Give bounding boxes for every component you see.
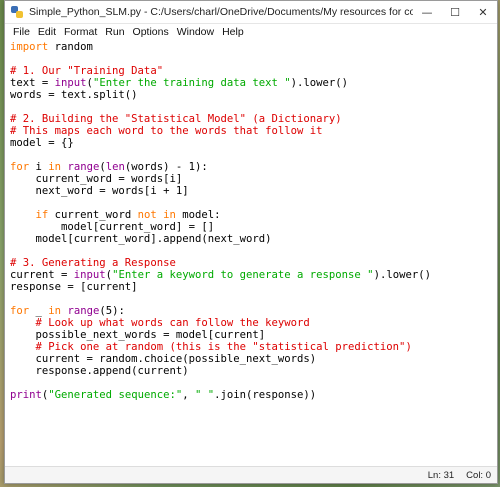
code-editor[interactable]: import random # 1. Our "Training Data" tex… [5,40,497,466]
python-icon [11,6,23,18]
code-line: import random [10,41,497,53]
code-token: , [182,389,195,401]
code-token: input [73,269,106,281]
code-token: range [67,305,100,317]
code-token: input [54,77,87,89]
code-token: range [67,161,100,173]
code-token: for [10,161,30,173]
menu-options[interactable]: Options [129,26,173,38]
code-token: possible_next_words = model[current] [10,329,266,341]
code-token: "Enter a keyword to generate a response … [112,269,374,281]
code-token: not in [137,209,176,221]
code-token: current_word = words[i] [10,173,183,185]
window-title: Simple_Python_SLM.py - C:/Users/charl/On… [29,6,413,18]
code-token: (words) - 1): [124,161,208,173]
code-token: model = {} [10,137,74,149]
code-line: current = input("Enter a keyword to gene… [10,269,497,281]
code-line: # 3. Generating a Response [10,257,497,269]
title-bar[interactable]: Simple_Python_SLM.py - C:/Users/charl/On… [5,1,497,24]
code-token: "Generated sequence:" [48,389,183,401]
code-token: ).lower() [373,269,431,281]
code-line: # Pick one at random (this is the "stati… [10,341,497,353]
code-line: for i in range(len(words) - 1): [10,161,497,173]
code-token: print [10,389,42,401]
menu-file[interactable]: File [9,26,34,38]
code-token: # 2. Building the "Statistical Model" (a… [10,113,342,125]
maximize-button[interactable]: ☐ [441,1,469,23]
code-token: model: [175,209,221,221]
code-line: text = input("Enter the training data te… [10,77,497,89]
code-token: response = [current] [10,281,138,293]
code-token: current = random.choice(possible_next_wo… [10,353,317,365]
code-line: model = {} [10,137,497,149]
code-token: in [48,305,62,317]
code-token: # 3. Generating a Response [10,257,176,269]
code-line: model[current_word].append(next_word) [10,233,497,245]
code-token: # Pick one at random (this is the "stati… [35,341,412,353]
code-line: # This maps each word to the words that … [10,125,497,137]
code-token: next_word = words[i + 1] [10,185,189,197]
menu-format[interactable]: Format [60,26,101,38]
code-token: "Enter the training data text " [92,77,291,89]
code-line: current = random.choice(possible_next_wo… [10,353,497,365]
code-line: # 2. Building the "Statistical Model" (a… [10,113,497,125]
column-indicator: Col: 0 [466,469,491,481]
code-line: print("Generated sequence:", " ".join(re… [10,389,497,401]
code-token: model[current_word].append(next_word) [10,233,272,245]
menu-edit[interactable]: Edit [34,26,60,38]
menu-run[interactable]: Run [101,26,128,38]
code-token: # This maps each word to the words that … [10,125,323,137]
code-line: model[current_word] = [] [10,221,497,233]
code-token: if [35,209,49,221]
code-token: (5): [99,305,125,317]
code-token: _ [29,305,49,317]
code-line: for _ in range(5): [10,305,497,317]
code-token: in [48,161,62,173]
close-button[interactable]: ✕ [469,1,497,23]
code-token: .join(response)) [214,389,317,401]
code-token: current_word [48,209,138,221]
code-line: # 1. Our "Training Data" [10,65,497,77]
code-token: current = [10,269,74,281]
code-token: for [10,305,30,317]
line-indicator: Ln: 31 [427,469,455,481]
code-token: # Look up what words can follow the keyw… [35,317,310,329]
code-token: text = [10,77,55,89]
code-line: possible_next_words = model[current] [10,329,497,341]
code-line: if current_word not in model: [10,209,497,221]
code-token: ).lower() [290,77,349,89]
code-token: words = text.split() [10,89,138,101]
code-token: # 1. Our "Training Data" [10,65,164,77]
code-token: response.append(current) [10,365,189,377]
code-token: " " [194,389,215,401]
code-line: words = text.split() [10,89,497,101]
code-line: next_word = words[i + 1] [10,185,497,197]
code-line: response = [current] [10,281,497,293]
menu-bar: File Edit Format Run Options Window Help [5,24,497,41]
status-bar: Ln: 31 Col: 0 [5,466,497,483]
code-token: random [48,41,93,53]
code-token: model[current_word] = [] [10,221,215,233]
code-line: # Look up what words can follow the keyw… [10,317,497,329]
code-token: import [10,41,49,53]
code-token: i [29,161,49,173]
menu-help[interactable]: Help [218,26,248,38]
minimize-button[interactable]: — [413,1,441,23]
code-token: len [105,161,125,173]
code-line: response.append(current) [10,365,497,377]
menu-window[interactable]: Window [173,26,218,38]
code-line: current_word = words[i] [10,173,497,185]
idle-editor-window: Simple_Python_SLM.py - C:/Users/charl/On… [4,0,498,484]
